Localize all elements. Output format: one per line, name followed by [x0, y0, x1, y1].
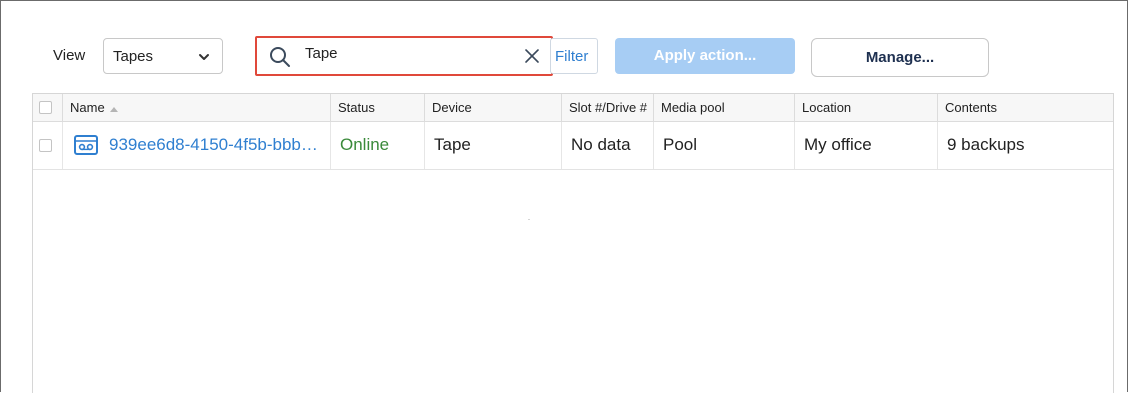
- tapes-table: Name Status Device Slot #/Drive # Media …: [32, 93, 1114, 393]
- column-header-label: Name: [70, 100, 105, 115]
- column-header-device[interactable]: Device: [424, 94, 561, 122]
- table-row[interactable]: 939ee6d8-4150-4f5b-bbb… Online Tape No d…: [33, 122, 1113, 170]
- cell-status: Online: [330, 122, 424, 169]
- table-header: Name Status Device Slot #/Drive # Media …: [33, 94, 1113, 122]
- row-checkbox[interactable]: [39, 139, 52, 152]
- column-header-media-pool[interactable]: Media pool: [653, 94, 794, 122]
- tape-name-link[interactable]: 939ee6d8-4150-4f5b-bbb…: [109, 135, 318, 154]
- toolbar: View Tapes Filter Apply action... Manage…: [1, 1, 1127, 91]
- view-select-value: Tapes: [113, 48, 154, 65]
- cell-location: My office: [794, 122, 937, 169]
- manage-button[interactable]: Manage...: [811, 38, 989, 77]
- cell-device: Tape: [424, 122, 561, 169]
- close-icon[interactable]: [524, 48, 540, 64]
- empty-area-marker: [528, 219, 530, 220]
- view-label: View: [53, 47, 86, 64]
- column-header-contents[interactable]: Contents: [937, 94, 1113, 122]
- view-select[interactable]: Tapes: [103, 38, 223, 74]
- search-icon: [270, 47, 290, 67]
- cell-slot: No data: [561, 122, 653, 169]
- column-header-slot[interactable]: Slot #/Drive #: [561, 94, 653, 122]
- select-all-checkbox[interactable]: [39, 101, 52, 114]
- app-frame: View Tapes Filter Apply action... Manage…: [0, 0, 1128, 393]
- cell-media-pool: Pool: [653, 122, 794, 169]
- column-header-location[interactable]: Location: [794, 94, 937, 122]
- search-input[interactable]: [305, 45, 505, 62]
- sort-ascending-icon: [109, 106, 118, 112]
- cell-name[interactable]: 939ee6d8-4150-4f5b-bbb…: [62, 122, 330, 169]
- tape-cassette-icon: [74, 135, 98, 155]
- column-header-status[interactable]: Status: [330, 94, 424, 122]
- apply-action-button[interactable]: Apply action...: [615, 38, 795, 74]
- chevron-down-icon: [199, 54, 209, 60]
- cell-contents: 9 backups: [937, 122, 1113, 169]
- filter-button[interactable]: Filter: [550, 38, 598, 74]
- search-box[interactable]: [255, 36, 553, 76]
- column-header-name[interactable]: Name: [62, 94, 330, 122]
